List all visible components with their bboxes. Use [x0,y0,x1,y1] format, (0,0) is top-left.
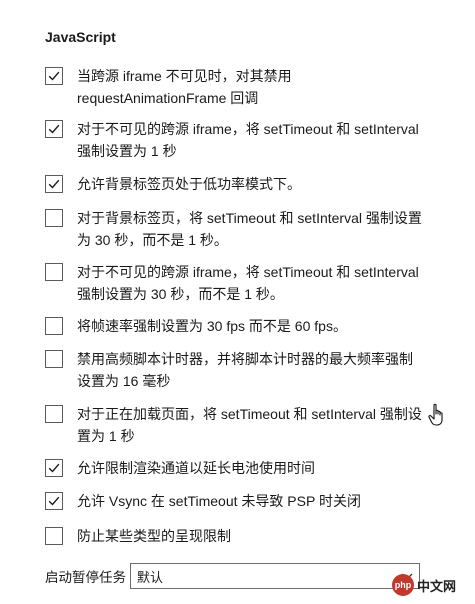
option-label: 对于背景标签页，将 setTimeout 和 setInterval 强制设置 … [77,210,422,248]
option-frame-rate-30fps[interactable]: 将帧速率强制设置为 30 fps 而不是 60 fps。 [45,315,465,337]
option-iframe-timer-30s[interactable]: 对于不可见的跨源 iframe，将 setTimeout 和 setInterv… [45,261,465,305]
checkbox[interactable] [45,459,63,477]
option-label: 允许限制渲染通道以延长电池使用时间 [77,460,315,476]
option-disable-high-freq-timers[interactable]: 禁用高频脚本计时器，并将脚本计时器的最大频率强制 设置为 16 毫秒 [45,348,465,392]
option-label: 将帧速率强制设置为 30 fps 而不是 60 fps。 [77,318,347,334]
startup-suspend-tasks-select[interactable]: 默认 [130,563,420,589]
checkmark-icon [48,179,60,189]
startup-suspend-tasks-label: 启动暂停任务 [45,570,126,585]
checkbox[interactable] [45,405,63,423]
option-label: 允许背景标签页处于低功率模式下。 [77,176,301,192]
option-background-low-power[interactable]: 允许背景标签页处于低功率模式下。 [45,173,465,195]
option-label: 允许 Vsync 在 setTimeout 未导致 PSP 时关闭 [77,493,361,509]
checkmark-icon [48,496,60,506]
checkmark-icon [48,463,60,473]
checkbox[interactable] [45,120,63,138]
checkbox[interactable] [45,175,63,193]
checkbox[interactable] [45,350,63,368]
option-loading-page-timer-1s[interactable]: 对于正在加载页面，将 setTimeout 和 setInterval 强制设 … [45,403,465,447]
option-label: 防止某些类型的呈现限制 [77,528,231,544]
option-throttle-render-pipeline[interactable]: 允许限制渲染通道以延长电池使用时间 [45,457,465,479]
checkbox[interactable] [45,492,63,510]
checkbox[interactable] [45,527,63,545]
checkmark-icon [48,71,60,81]
option-background-timer-30s[interactable]: 对于背景标签页，将 setTimeout 和 setInterval 强制设置 … [45,207,465,251]
hand-cursor-icon [428,403,446,432]
checkmark-icon [48,124,60,134]
select-value: 默认 [137,569,164,585]
watermark-text: 中文网 [417,578,457,594]
option-disable-raf-hidden-iframe[interactable]: 当跨源 iframe 不可见时，对其禁用 requestAnimationFra… [45,65,465,109]
startup-suspend-tasks-row: 启动暂停任务 默认 [45,563,420,589]
checkbox[interactable] [45,209,63,227]
watermark-logo: php [392,574,414,596]
option-vsync-off[interactable]: 允许 Vsync 在 setTimeout 未导致 PSP 时关闭 [45,490,465,512]
checkbox[interactable] [45,263,63,281]
option-label: 对于正在加载页面，将 setTimeout 和 setInterval 强制设 … [77,406,422,444]
option-iframe-timer-1s[interactable]: 对于不可见的跨源 iframe，将 setTimeout 和 setInterv… [45,118,465,162]
section-title: JavaScript [45,29,116,45]
option-label: 当跨源 iframe 不可见时，对其禁用 requestAnimationFra… [77,68,292,106]
option-label: 禁用高频脚本计时器，并将脚本计时器的最大频率强制 设置为 16 毫秒 [77,351,413,389]
option-label: 对于不可见的跨源 iframe，将 setTimeout 和 setInterv… [77,264,419,302]
checkbox[interactable] [45,67,63,85]
settings-panel: JavaScript 当跨源 iframe 不可见时，对其禁用 requestA… [0,0,475,604]
checkbox[interactable] [45,317,63,335]
option-prevent-render-throttling[interactable]: 防止某些类型的呈现限制 [45,525,465,547]
option-label: 对于不可见的跨源 iframe，将 setTimeout 和 setInterv… [77,121,419,159]
watermark: php 中文网 [392,574,456,596]
